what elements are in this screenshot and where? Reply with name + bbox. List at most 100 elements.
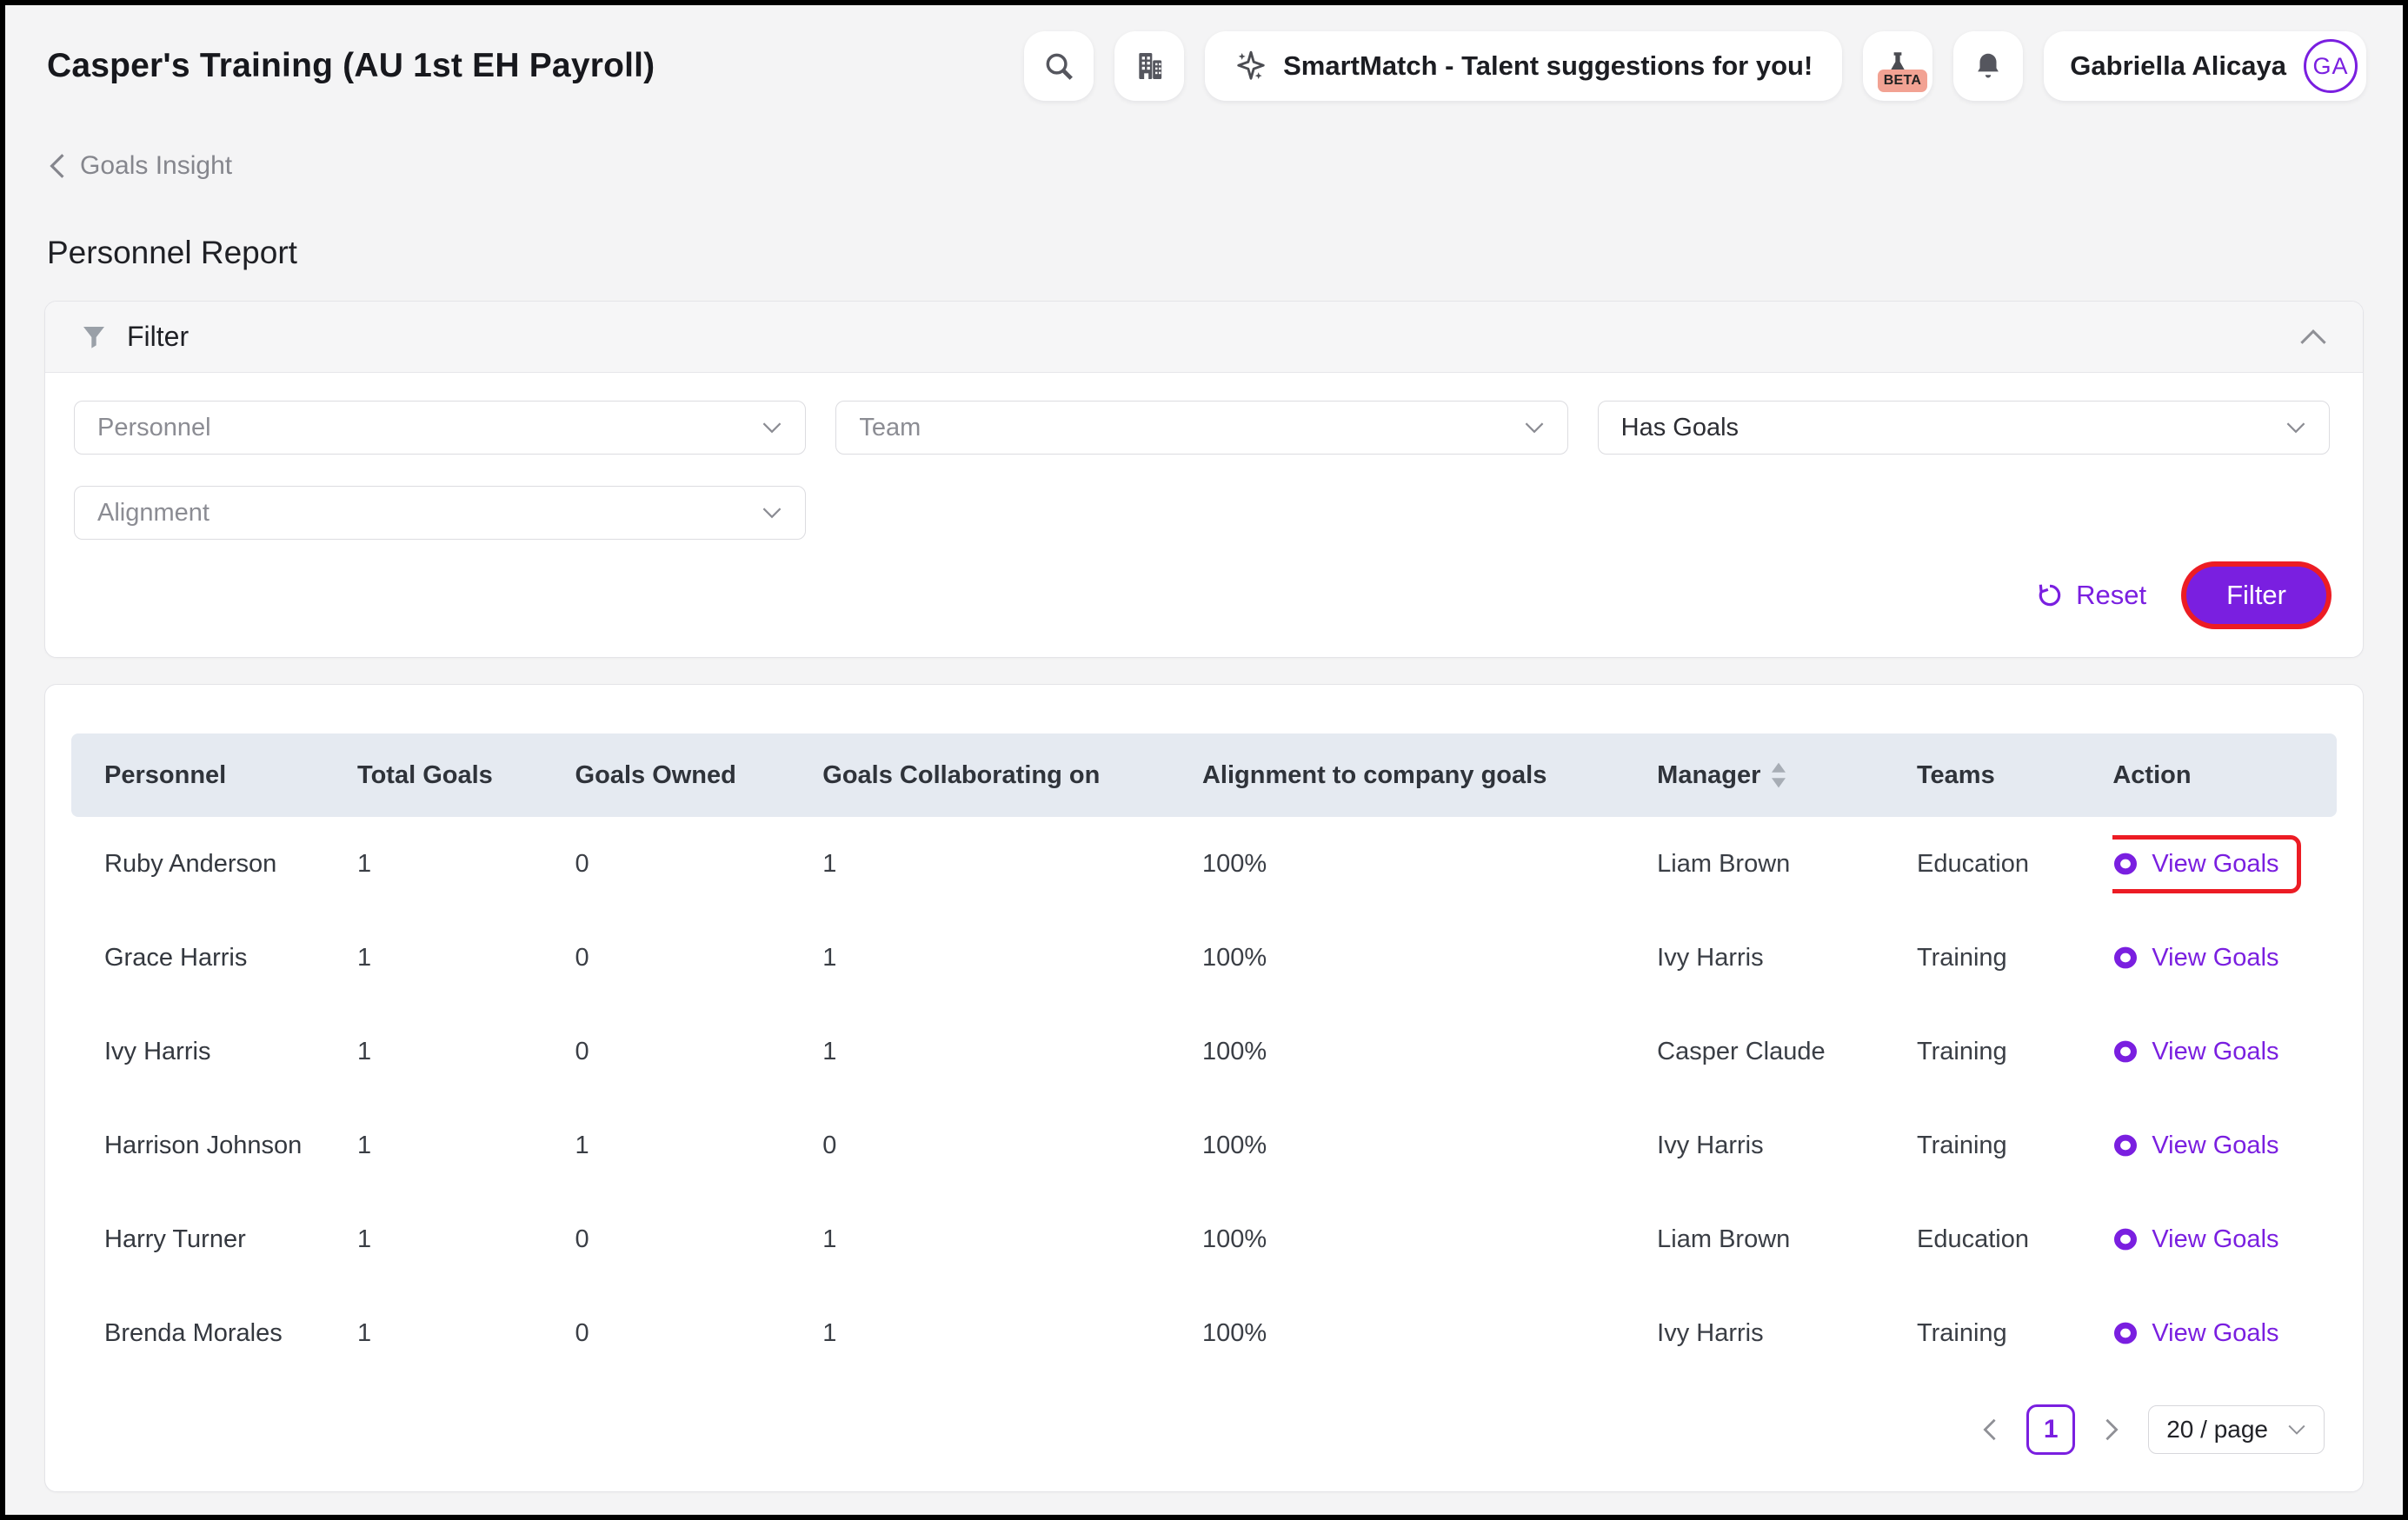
team-select[interactable]: Team — [835, 401, 1567, 455]
chevron-down-icon — [762, 421, 782, 435]
topbar: Casper's Training (AU 1st EH Payroll) — [5, 5, 2403, 103]
reset-button[interactable]: Reset — [2036, 580, 2146, 611]
personnel-select[interactable]: Personnel — [74, 401, 806, 455]
cell-manager: Casper Claude — [1657, 1005, 1917, 1099]
reset-label: Reset — [2076, 580, 2146, 611]
search-button[interactable] — [1024, 31, 1094, 101]
cell-total-goals: 1 — [357, 911, 575, 1005]
organisation-button[interactable] — [1114, 31, 1184, 101]
cell-total-goals: 1 — [357, 1286, 575, 1380]
avatar: GA — [2304, 39, 2358, 93]
view-goals-link[interactable]: View Goals — [2112, 1211, 2300, 1269]
cell-goals-collaborating: 0 — [822, 1099, 1202, 1192]
funnel-icon — [80, 323, 108, 351]
page-size-value: 20 / page — [2166, 1416, 2268, 1444]
notifications-button[interactable] — [1953, 31, 2023, 101]
eye-icon — [2112, 1322, 2139, 1344]
cell-action: View Goals — [2112, 817, 2337, 911]
breadcrumb[interactable]: Goals Insight — [47, 151, 232, 181]
page-size-select[interactable]: 20 / page — [2148, 1405, 2325, 1454]
cell-goals-owned: 0 — [575, 911, 823, 1005]
cell-teams: Training — [1917, 1286, 2112, 1380]
cell-action: View Goals — [2112, 1005, 2337, 1099]
alignment-select-value: Alignment — [97, 499, 210, 528]
has-goals-select-value: Has Goals — [1621, 414, 1739, 442]
col-manager: Manager — [1657, 733, 1917, 817]
view-goals-link[interactable]: View Goals — [2112, 1023, 2300, 1081]
col-teams: Teams — [1917, 733, 2112, 817]
col-alignment: Alignment to company goals — [1202, 733, 1657, 817]
table-row: Ruby Anderson 1 0 1 100% Liam Brown Educ… — [71, 817, 2337, 911]
view-goals-link[interactable]: View Goals — [2112, 1304, 2300, 1363]
cell-personnel: Ruby Anderson — [71, 817, 357, 911]
col-goals-collaborating: Goals Collaborating on — [822, 733, 1202, 817]
cell-manager: Ivy Harris — [1657, 1099, 1917, 1192]
cell-personnel: Brenda Morales — [71, 1286, 357, 1380]
bell-icon — [1972, 50, 2005, 83]
cell-goals-owned: 1 — [575, 1099, 823, 1192]
chevron-left-icon — [47, 152, 68, 180]
cell-goals-owned: 0 — [575, 1005, 823, 1099]
chevron-down-icon — [2285, 421, 2306, 435]
table-row: Grace Harris 1 0 1 100% Ivy Harris Train… — [71, 911, 2337, 1005]
cell-personnel: Harry Turner — [71, 1192, 357, 1286]
user-name: Gabriella Alicaya — [2070, 50, 2286, 82]
pagination: 1 20 / page — [71, 1404, 2337, 1455]
manager-sort-header[interactable]: Manager — [1657, 761, 1788, 790]
search-icon — [1042, 50, 1075, 83]
screen: Casper's Training (AU 1st EH Payroll) — [0, 0, 2408, 1520]
prev-page-button[interactable] — [1976, 1412, 2004, 1447]
table-header-row: Personnel Total Goals Goals Owned Goals … — [71, 733, 2337, 817]
cell-manager: Ivy Harris — [1657, 1286, 1917, 1380]
cell-goals-collaborating: 1 — [822, 1286, 1202, 1380]
user-menu[interactable]: Gabriella Alicaya GA — [2044, 31, 2366, 101]
cell-teams: Training — [1917, 1005, 2112, 1099]
col-action: Action — [2112, 733, 2337, 817]
view-goals-link[interactable]: View Goals — [2112, 835, 2300, 893]
personnel-select-value: Personnel — [97, 414, 211, 442]
filter-title: Filter — [127, 321, 189, 353]
smartmatch-button[interactable]: SmartMatch - Talent suggestions for you! — [1205, 31, 1842, 101]
cell-teams: Education — [1917, 817, 2112, 911]
chevron-down-icon — [1524, 421, 1545, 435]
cell-alignment: 100% — [1202, 1192, 1657, 1286]
cell-teams: Training — [1917, 1099, 2112, 1192]
eye-icon — [2112, 1040, 2139, 1063]
cell-personnel: Harrison Johnson — [71, 1099, 357, 1192]
collapse-chevron-up-icon[interactable] — [2298, 328, 2328, 347]
view-goals-link[interactable]: View Goals — [2112, 929, 2300, 987]
col-total-goals: Total Goals — [357, 733, 575, 817]
cell-goals-collaborating: 1 — [822, 911, 1202, 1005]
cell-alignment: 100% — [1202, 1286, 1657, 1380]
cell-personnel: Ivy Harris — [71, 1005, 357, 1099]
cell-total-goals: 1 — [357, 1099, 575, 1192]
topbar-actions: SmartMatch - Talent suggestions for you!… — [1024, 31, 2366, 101]
cell-action: View Goals — [2112, 911, 2337, 1005]
page-number[interactable]: 1 — [2026, 1404, 2075, 1455]
filter-submit-button[interactable]: Filter — [2186, 567, 2326, 624]
cell-teams: Education — [1917, 1192, 2112, 1286]
eye-icon — [2112, 946, 2139, 969]
cell-goals-owned: 0 — [575, 1286, 823, 1380]
next-page-button[interactable] — [2098, 1412, 2125, 1447]
view-goals-link[interactable]: View Goals — [2112, 1117, 2300, 1175]
page-title: Personnel Report — [47, 235, 2403, 271]
labs-button[interactable]: BETA — [1863, 31, 1932, 101]
table-row: Harrison Johnson 1 1 0 100% Ivy Harris T… — [71, 1099, 2337, 1192]
cell-personnel: Grace Harris — [71, 911, 357, 1005]
chevron-down-icon — [762, 506, 782, 520]
eye-icon — [2112, 1134, 2139, 1157]
chevron-down-icon — [2287, 1424, 2306, 1436]
cell-alignment: 100% — [1202, 1099, 1657, 1192]
alignment-select[interactable]: Alignment — [74, 486, 806, 540]
report-table-card: Personnel Total Goals Goals Owned Goals … — [44, 684, 2364, 1492]
cell-goals-collaborating: 1 — [822, 817, 1202, 911]
cell-goals-collaborating: 1 — [822, 1192, 1202, 1286]
cell-goals-collaborating: 1 — [822, 1005, 1202, 1099]
filter-header: Filter — [45, 302, 2363, 373]
has-goals-select[interactable]: Has Goals — [1598, 401, 2330, 455]
cell-goals-owned: 0 — [575, 817, 823, 911]
cell-total-goals: 1 — [357, 817, 575, 911]
smartmatch-label: SmartMatch - Talent suggestions for you! — [1283, 50, 1813, 82]
cell-total-goals: 1 — [357, 1192, 575, 1286]
